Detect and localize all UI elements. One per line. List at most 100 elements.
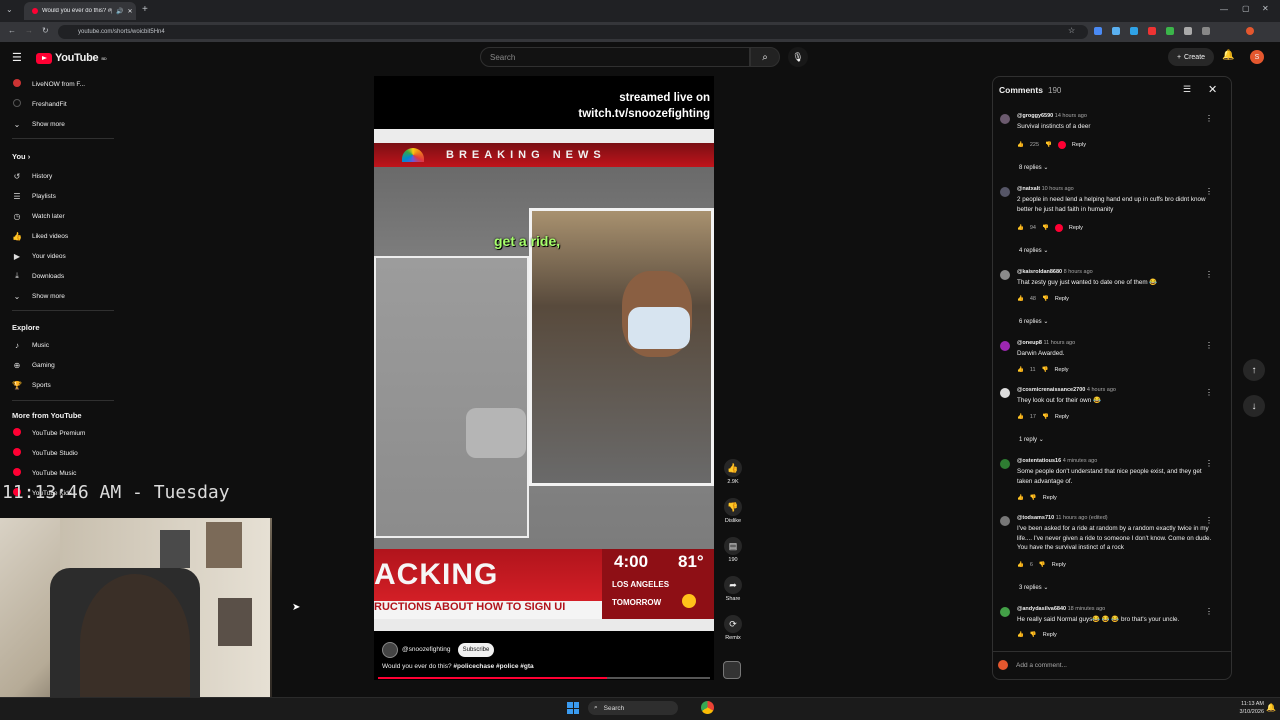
thumb-down-icon[interactable]: 👎 <box>1042 414 1049 420</box>
reply-button[interactable]: Reply <box>1043 632 1057 638</box>
reply-button[interactable]: Reply <box>1054 367 1068 373</box>
new-tab-icon[interactable]: + <box>142 4 148 15</box>
video-title[interactable]: Would you ever do this? #policechase #po… <box>382 663 534 670</box>
previous-short-button[interactable]: ↑ <box>1243 359 1265 381</box>
thumb-down-icon[interactable]: 👎 <box>1030 632 1037 638</box>
create-button[interactable]: + Create <box>1168 48 1214 66</box>
comment-author[interactable]: @todsams710 <box>1017 515 1054 521</box>
thumb-down-icon[interactable]: 👎 <box>1045 142 1052 148</box>
sort-icon[interactable]: ☰ <box>1183 84 1191 95</box>
extension-icon[interactable] <box>1184 27 1192 35</box>
thumb-up-icon[interactable]: 👍 <box>1017 142 1024 148</box>
shorts-video-player[interactable]: streamed live on twitch.tv/snoozefightin… <box>374 76 714 680</box>
sidebar-item-gaming[interactable]: ⊕ Gaming <box>12 358 112 372</box>
profile-icon[interactable] <box>1246 27 1254 35</box>
thumb-up-icon[interactable]: 👍 <box>1017 296 1024 302</box>
comment-author[interactable]: @ostentatious16 <box>1017 458 1061 464</box>
remix-button[interactable]: ⟳ Remix <box>722 615 744 641</box>
thumb-up-icon[interactable]: 👍 <box>1017 495 1024 501</box>
speaker-icon[interactable]: 🔊 <box>116 8 123 15</box>
sidebar-item-liked-videos[interactable]: 👍 Liked videos <box>12 229 112 243</box>
comment-author[interactable]: @cosmicrenaissance2700 <box>1017 387 1085 393</box>
reply-button[interactable]: Reply <box>1043 495 1057 501</box>
subscribe-button[interactable]: Subscribe <box>458 643 494 657</box>
tab-close-icon[interactable]: ✕ <box>127 8 132 15</box>
extensions-puzzle-icon[interactable] <box>1202 27 1210 35</box>
comment-author[interactable]: @natxalt <box>1017 186 1040 192</box>
more-options-icon[interactable]: ⋮ <box>1205 341 1213 350</box>
sidebar-item-history[interactable]: ↺ History <box>12 169 112 183</box>
back-icon[interactable]: ← <box>8 26 16 35</box>
reply-button[interactable]: Reply <box>1052 562 1066 568</box>
sidebar-item-watch-later[interactable]: ◷ Watch later <box>12 209 112 223</box>
avatar[interactable] <box>1000 516 1010 526</box>
thumb-down-icon[interactable]: 👎 <box>1030 495 1037 501</box>
close-icon[interactable]: ✕ <box>1208 83 1217 96</box>
share-button[interactable]: ➦ Share <box>722 576 744 602</box>
comments-button[interactable]: ▤ 190 <box>722 537 744 563</box>
window-close-icon[interactable]: ✕ <box>1262 4 1269 13</box>
more-options-icon[interactable]: ⋮ <box>1205 459 1213 468</box>
extension-icon[interactable] <box>1166 27 1174 35</box>
search-button[interactable]: ⌕ <box>750 47 780 67</box>
youtube-logo[interactable]: YouTube BD <box>36 52 107 64</box>
sidebar-item-youtube-music[interactable]: YouTube Music <box>12 466 112 480</box>
reload-icon[interactable]: ↻ <box>42 26 49 35</box>
comment-author[interactable]: @oneup8 <box>1017 340 1042 346</box>
more-options-icon[interactable]: ⋮ <box>1205 187 1213 196</box>
chrome-taskbar-icon[interactable] <box>701 701 714 714</box>
replies-toggle[interactable]: 6 replies ⌄ <box>1019 318 1048 325</box>
extension-icon[interactable] <box>1148 27 1156 35</box>
thumb-up-icon[interactable]: 👍 <box>1017 632 1024 638</box>
maximize-icon[interactable]: ▢ <box>1242 4 1250 13</box>
you-heading[interactable]: You › <box>12 152 30 161</box>
more-options-icon[interactable]: ⋮ <box>1205 270 1213 279</box>
reply-button[interactable]: Reply <box>1055 296 1069 302</box>
thumb-up-icon[interactable]: 👍 <box>1017 414 1024 420</box>
add-comment-input[interactable]: Add a comment... <box>998 657 1220 673</box>
reply-button[interactable]: Reply <box>1055 414 1069 420</box>
extension-icon[interactable] <box>1094 27 1102 35</box>
show-more-button[interactable]: ⌄ Show more <box>12 289 112 303</box>
thumb-up-icon[interactable]: 👍 <box>1017 367 1024 373</box>
thumb-down-icon[interactable]: 👎 <box>1042 367 1049 373</box>
sidebar-item-playlists[interactable]: ☰ Playlists <box>12 189 112 203</box>
thumb-down-icon[interactable]: 👎 <box>1042 296 1049 302</box>
replies-toggle[interactable]: 1 reply ⌄ <box>1019 436 1044 443</box>
extension-icon[interactable] <box>1112 27 1120 35</box>
like-button[interactable]: 👍 2.9K <box>722 459 744 485</box>
thumb-up-icon[interactable]: 👍 <box>1017 225 1024 231</box>
notifications-bell-icon[interactable]: 🔔 <box>1222 50 1234 61</box>
replies-toggle[interactable]: 4 replies ⌄ <box>1019 247 1048 254</box>
sidebar-item-downloads[interactable]: ⤓ Downloads <box>12 269 112 283</box>
forward-icon[interactable]: → <box>25 26 33 35</box>
more-options-icon[interactable]: ⋮ <box>1205 607 1213 616</box>
sidebar-item-youtube-premium[interactable]: YouTube Premium <box>12 426 112 440</box>
voice-search-button[interactable]: 🎙 <box>788 47 808 67</box>
channel-name[interactable]: @snoozefighting <box>402 646 451 653</box>
reply-button[interactable]: Reply <box>1069 225 1083 231</box>
sidebar-item-youtube-studio[interactable]: YouTube Studio <box>12 446 112 460</box>
sidebar-item-sports[interactable]: 🏆 Sports <box>12 378 112 392</box>
avatar[interactable]: S <box>1250 50 1264 64</box>
tab-list-icon[interactable]: ⌄ <box>6 5 13 14</box>
thumb-up-icon[interactable]: 👍 <box>1017 562 1024 568</box>
more-options-icon[interactable]: ⋮ <box>1205 516 1213 525</box>
avatar[interactable] <box>1000 459 1010 469</box>
subscription-item[interactable]: FreshandFit <box>12 97 112 111</box>
comment-author[interactable]: @groggy6590 <box>1017 113 1053 119</box>
address-bar[interactable]: youtube.com/shorts/woicbit5Hn4 <box>58 25 1088 39</box>
avatar[interactable] <box>1000 270 1010 280</box>
bookmark-star-icon[interactable]: ☆ <box>1068 26 1075 35</box>
search-input[interactable]: Search <box>480 47 750 67</box>
sidebar-item-music[interactable]: ♪ Music <box>12 338 112 352</box>
replies-toggle[interactable]: 8 replies ⌄ <box>1019 164 1048 171</box>
channel-avatar[interactable] <box>382 642 398 658</box>
show-more-button[interactable]: ⌄ Show more <box>12 117 112 131</box>
more-options-icon[interactable]: ⋮ <box>1205 388 1213 397</box>
browser-tab[interactable]: Would you ever do this? #p 🔊 ✕ <box>24 2 136 20</box>
avatar[interactable] <box>1000 607 1010 617</box>
extension-icon[interactable] <box>1130 27 1138 35</box>
next-short-button[interactable]: ↓ <box>1243 395 1265 417</box>
avatar[interactable] <box>1000 114 1010 124</box>
